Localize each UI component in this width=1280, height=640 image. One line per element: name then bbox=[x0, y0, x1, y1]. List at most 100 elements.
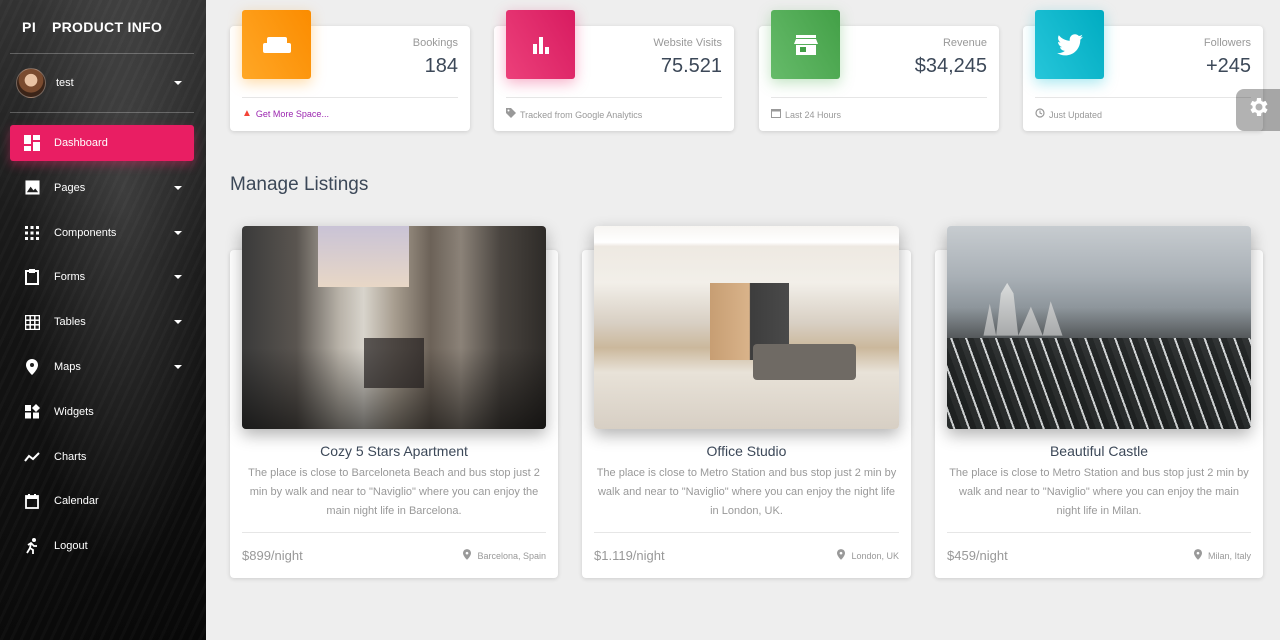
section-title: Manage Listings bbox=[230, 174, 369, 195]
timeline-icon bbox=[10, 451, 54, 463]
sidebar-item-calendar[interactable]: Calendar bbox=[10, 483, 194, 519]
listing-footer: $1.119/night London, UK bbox=[594, 532, 899, 578]
listing-location-text: London, UK bbox=[851, 550, 899, 561]
listing-footer: $459/night Milan, Italy bbox=[947, 532, 1251, 578]
stat-title: Website Visits bbox=[653, 37, 722, 49]
logo[interactable]: PI PRODUCT INFO bbox=[10, 0, 194, 54]
listing-description: The place is close to Metro Station and … bbox=[596, 467, 897, 517]
grid-icon bbox=[10, 314, 54, 330]
listing-price: $459/night bbox=[947, 548, 1008, 563]
stat-footer: Last 24 Hours bbox=[771, 97, 987, 121]
sidebar-item-label: Forms bbox=[54, 271, 86, 284]
apps-grid-icon bbox=[10, 225, 54, 240]
listing-location: Barcelona, Spain bbox=[463, 548, 546, 563]
listing-description: The place is close to Metro Station and … bbox=[949, 467, 1249, 517]
stat-card-website-visits: Website Visits 75.521 Tracked from Googl… bbox=[494, 10, 734, 131]
update-icon bbox=[1035, 108, 1045, 121]
sidebar-item-label: Widgets bbox=[54, 405, 94, 418]
sidebar: PI PRODUCT INFO test Dashboard Pages Com… bbox=[0, 0, 206, 640]
caret-down-icon bbox=[174, 230, 182, 235]
sidebar-item-label: Dashboard bbox=[54, 137, 108, 149]
listing-location-text: Milan, Italy bbox=[1207, 550, 1251, 561]
listing-description: The place is close to Barceloneta Beach … bbox=[248, 467, 540, 517]
stat-footer-link[interactable]: Get More Space... bbox=[256, 109, 329, 119]
sidebar-item-widgets[interactable]: Widgets bbox=[10, 394, 194, 430]
listing-price: $899/night bbox=[242, 548, 303, 563]
sidebar-item-label: Logout bbox=[54, 540, 88, 553]
sidebar-item-label: Maps bbox=[54, 360, 81, 373]
sidebar-item-tables[interactable]: Tables bbox=[10, 304, 194, 340]
caret-down-icon bbox=[174, 364, 182, 369]
clipboard-icon bbox=[10, 269, 54, 286]
store-icon bbox=[771, 10, 840, 79]
listing-card: Beautiful Castle The place is close to M… bbox=[935, 226, 1263, 578]
stat-value: $34,245 bbox=[914, 55, 987, 77]
dashboard-icon bbox=[10, 135, 54, 151]
stat-card-followers: Followers +245 Just Updated bbox=[1023, 10, 1263, 131]
run-icon bbox=[10, 538, 54, 555]
tag-icon bbox=[506, 108, 516, 121]
place-icon bbox=[463, 548, 472, 563]
sidebar-item-maps[interactable]: Maps bbox=[10, 349, 194, 385]
caret-down-icon bbox=[174, 275, 182, 280]
sidebar-item-label: Calendar bbox=[54, 495, 99, 508]
place-icon bbox=[10, 358, 54, 375]
widgets-icon bbox=[10, 404, 54, 419]
equalizer-icon bbox=[506, 10, 575, 79]
stat-card-bookings: Bookings 184 ▲ Get More Space... bbox=[230, 10, 470, 131]
listing-price: $1.119/night bbox=[594, 548, 665, 563]
sidebar-item-logout[interactable]: Logout bbox=[10, 528, 194, 564]
stat-title: Followers bbox=[1203, 37, 1251, 49]
stat-footer: Just Updated bbox=[1035, 97, 1251, 121]
listing-image[interactable] bbox=[947, 226, 1251, 429]
caret-down-icon bbox=[174, 320, 182, 325]
avatar bbox=[16, 68, 46, 98]
twitter-icon bbox=[1035, 10, 1104, 79]
stat-footer: ▲ Get More Space... bbox=[242, 97, 458, 119]
place-icon bbox=[837, 548, 846, 563]
listing-title: Beautiful Castle bbox=[1049, 443, 1149, 459]
caret-down-icon bbox=[174, 81, 182, 85]
stat-value: +245 bbox=[1205, 55, 1251, 77]
sidebar-item-label: Tables bbox=[54, 316, 86, 329]
paris-street-photo bbox=[242, 226, 546, 429]
listing-location: Milan, Italy bbox=[1193, 548, 1251, 563]
stat-title: Revenue bbox=[942, 37, 987, 49]
sidebar-item-label: Charts bbox=[54, 450, 87, 463]
sidebar-item-pages[interactable]: Pages bbox=[10, 170, 194, 206]
listing-card: Office Studio The place is close to Metr… bbox=[582, 226, 911, 578]
listing-card: Cozy 5 Stars Apartment The place is clos… bbox=[230, 226, 558, 578]
castle-photo bbox=[947, 226, 1251, 429]
sidebar-item-label: Pages bbox=[54, 181, 86, 194]
logo-mini: PI bbox=[22, 18, 37, 35]
sidebar-item-forms[interactable]: Forms bbox=[10, 259, 194, 295]
caret-down-icon bbox=[174, 185, 182, 190]
stat-value: 184 bbox=[424, 55, 458, 77]
sidebar-item-label: Components bbox=[54, 226, 117, 239]
logo-text: PRODUCT INFO bbox=[52, 18, 163, 35]
listing-image[interactable] bbox=[594, 226, 899, 429]
stat-footer-text: Tracked from Google Analytics bbox=[520, 109, 643, 120]
gear-icon bbox=[1246, 95, 1270, 126]
stat-footer-text: Last 24 Hours bbox=[785, 109, 842, 120]
warning-icon: ▲ bbox=[242, 108, 252, 119]
listing-image[interactable] bbox=[242, 226, 546, 429]
user-name: test bbox=[56, 77, 74, 89]
stat-card-revenue: Revenue $34,245 Last 24 Hours bbox=[759, 10, 999, 131]
listing-title: Office Studio bbox=[706, 443, 787, 459]
user-menu[interactable]: test bbox=[10, 54, 194, 113]
office-interior-photo bbox=[594, 226, 899, 429]
image-icon bbox=[10, 180, 54, 195]
sidebar-item-dashboard[interactable]: Dashboard bbox=[10, 125, 194, 161]
weekend-icon bbox=[242, 10, 311, 79]
sidebar-item-components[interactable]: Components bbox=[10, 215, 194, 251]
listing-location-text: Barcelona, Spain bbox=[477, 550, 546, 561]
place-icon bbox=[1193, 548, 1202, 563]
calendar-icon bbox=[10, 493, 54, 509]
sidebar-item-charts[interactable]: Charts bbox=[10, 439, 194, 475]
listing-footer: $899/night Barcelona, Spain bbox=[242, 532, 546, 578]
sidebar-nav: Dashboard Pages Components Forms Tables … bbox=[10, 125, 194, 573]
listing-title: Cozy 5 Stars Apartment bbox=[320, 443, 468, 459]
stat-title: Bookings bbox=[412, 37, 458, 49]
settings-button[interactable] bbox=[1236, 89, 1280, 131]
